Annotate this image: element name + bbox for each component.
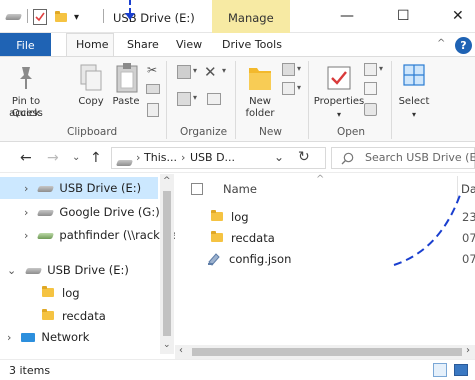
annotation-overlay	[125, 0, 461, 266]
annotation-dashed-curve	[393, 194, 461, 266]
annotation-arrow-to-share	[125, 0, 135, 20]
